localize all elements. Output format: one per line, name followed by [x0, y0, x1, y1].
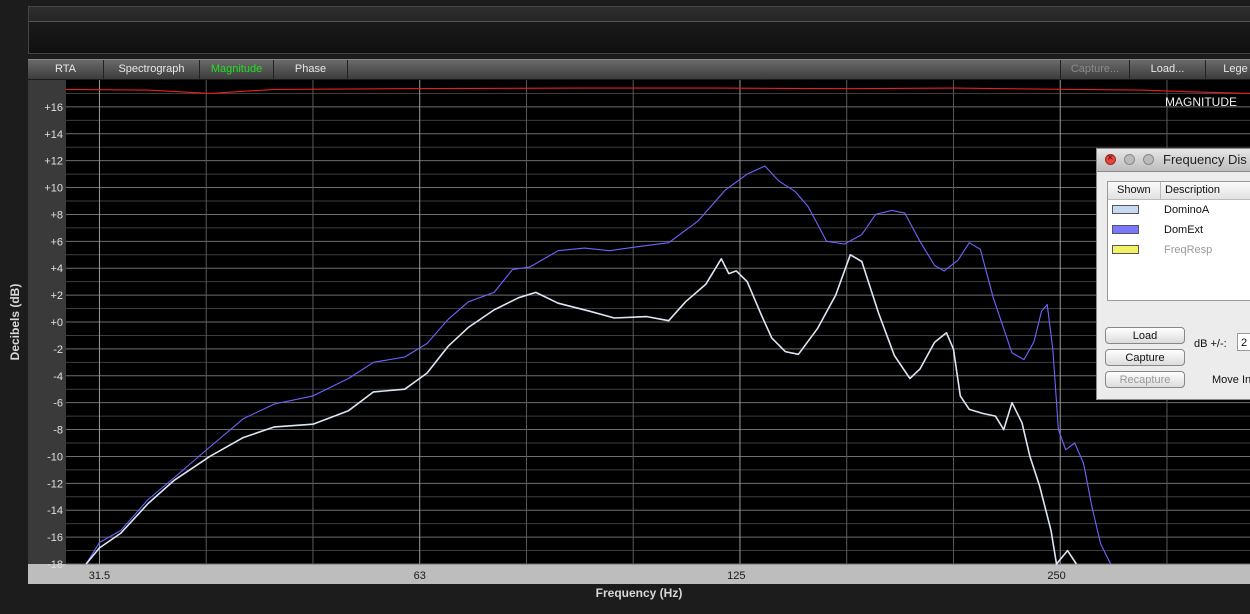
db-input[interactable]: 2 — [1237, 333, 1250, 351]
legend-button[interactable]: Lege — [1206, 60, 1250, 79]
view-tab-bar: RTA Spectrograph Magnitude Phase Capture… — [28, 59, 1250, 79]
y-tick-label: +4 — [50, 263, 63, 275]
load-button[interactable]: Load... — [1130, 60, 1206, 79]
top-toolbar — [28, 6, 1250, 54]
y-tick-label: -18 — [47, 559, 63, 571]
x-tick-label: 31.5 — [89, 570, 110, 582]
tab-magnitude[interactable]: Magnitude — [200, 60, 274, 79]
tab-spectrograph[interactable]: Spectrograph — [104, 60, 200, 79]
capture-button[interactable]: Capture... — [1060, 60, 1130, 79]
close-icon[interactable] — [1105, 152, 1116, 165]
minimize-icon[interactable] — [1124, 154, 1135, 165]
x-axis-title: Frequency (Hz) — [595, 586, 683, 600]
y-tick-label: +8 — [50, 209, 63, 221]
y-tick-label: -16 — [47, 532, 63, 544]
toolbar-panel — [29, 21, 1250, 53]
x-axis-panel — [28, 564, 1250, 584]
column-description[interactable]: Description — [1160, 182, 1220, 199]
y-tick-label: -2 — [53, 344, 63, 356]
chart-title: MAGNITUDE — [1165, 95, 1237, 109]
y-axis-title: Decibels (dB) — [8, 283, 22, 361]
trace-name: FreqResp — [1164, 244, 1213, 256]
column-shown[interactable]: Shown — [1117, 184, 1151, 196]
y-tick-label: +12 — [44, 156, 63, 168]
list-item[interactable]: DominoA — [1108, 200, 1250, 220]
trace-name: DomExt — [1164, 224, 1204, 236]
zoom-icon[interactable] — [1143, 154, 1154, 165]
y-axis-title-area: Decibels (dB) — [2, 80, 28, 564]
dialog-title: Frequency Dis — [1163, 152, 1247, 167]
y-tick-label: +16 — [44, 102, 63, 114]
frequency-display-dialog[interactable]: Frequency Dis Shown Description DominoA … — [1096, 148, 1250, 400]
dialog-recapture-button[interactable]: Recapture — [1105, 371, 1185, 388]
x-tick-label: 63 — [414, 570, 426, 582]
y-tick-label: +0 — [50, 317, 63, 329]
magnitude-chart: -18 -16 -14 -12 -10 -8 -6 -4 -2 +0 +2 +4 +6 +8 +10 +12 +… — [28, 80, 1250, 584]
x-tick-label: 125 — [727, 570, 745, 582]
tab-rta[interactable]: RTA — [28, 60, 104, 79]
db-label: dB +/-: — [1194, 338, 1227, 350]
y-tick-label: -8 — [53, 425, 63, 437]
x-tick-label: 250 — [1047, 570, 1065, 582]
y-tick-label: +6 — [50, 236, 63, 248]
dialog-load-button[interactable]: Load — [1105, 327, 1185, 344]
trace-name: DominoA — [1164, 204, 1210, 216]
y-tick-label: -4 — [53, 371, 63, 383]
y-tick-label: +2 — [50, 290, 63, 302]
y-tick-label: -12 — [47, 478, 63, 490]
move-label: Move In — [1212, 374, 1250, 386]
trace-list-header: Shown Description — [1108, 182, 1250, 200]
dialog-capture-button[interactable]: Capture — [1105, 349, 1185, 366]
list-item[interactable]: DomExt — [1108, 220, 1250, 240]
tab-phase[interactable]: Phase — [274, 60, 348, 79]
y-tick-label: -14 — [47, 505, 63, 517]
trace-swatch[interactable] — [1112, 205, 1139, 214]
dialog-title-bar[interactable]: Frequency Dis — [1097, 149, 1250, 172]
trace-list[interactable]: Shown Description DominoA DomExt FreqRes… — [1107, 181, 1250, 301]
y-tick-label: +10 — [44, 183, 63, 195]
y-tick-label: +14 — [44, 129, 63, 141]
y-tick-label: -6 — [53, 398, 63, 410]
trace-swatch[interactable] — [1112, 245, 1139, 254]
y-tick-label: -10 — [47, 451, 63, 463]
list-item[interactable]: FreqResp — [1108, 240, 1250, 260]
trace-swatch[interactable] — [1112, 225, 1139, 234]
